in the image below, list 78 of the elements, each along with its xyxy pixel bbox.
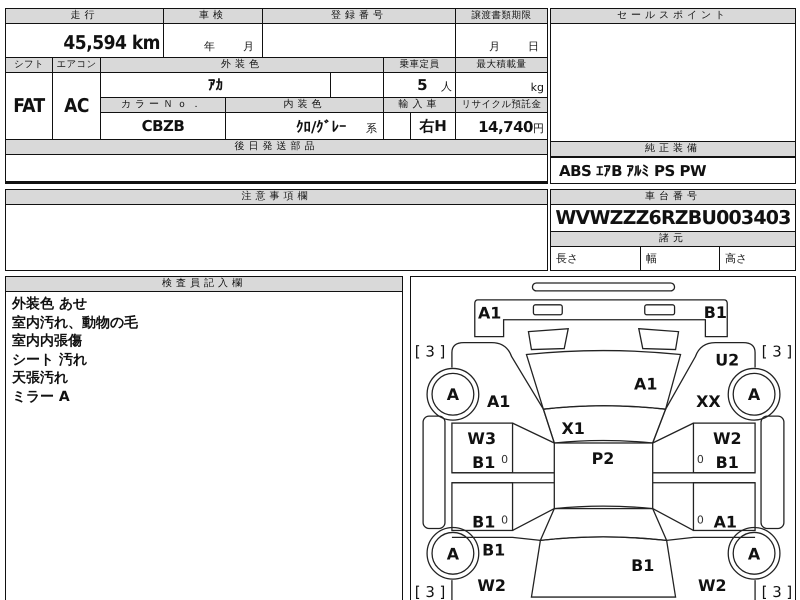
capacity-label: 乗車定員 (384, 58, 455, 72)
shift-label: シフト (6, 58, 52, 72)
damage-code: A1 (486, 392, 510, 412)
inspector-comment: 天張汚れ (12, 369, 69, 388)
inspector-comments-label: 検査員記入欄 (6, 277, 402, 292)
damage-code: W3 (467, 428, 496, 448)
exterior-color-label: 外装色 (101, 58, 383, 72)
month-unit: 月 (243, 39, 254, 54)
damage-code: W2 (698, 576, 727, 596)
tread-rating: [ 3 ] (762, 342, 792, 361)
damage-code: A1 (634, 374, 658, 394)
inspector-comment: 室内汚れ、動物の毛 (12, 314, 139, 332)
exterior-color-value: ｱｶ (208, 76, 223, 94)
chassis-number-label: 車台番号 (551, 190, 795, 205)
genuine-equipment-label: 純正装備 (551, 141, 795, 157)
tread-rating: [ 3 ] (414, 583, 446, 600)
transfer-deadline-label: 譲渡書類期限 (456, 9, 547, 23)
damage-code: B1 (716, 452, 739, 472)
door-mark: 0 (501, 452, 508, 466)
sales-points-label: セールスポイント (551, 9, 795, 24)
door-mark: 0 (696, 452, 704, 466)
day-unit: 日 (528, 39, 539, 54)
damage-code: W2 (477, 576, 506, 596)
chassis-number-value: WVWZZZ6RZBU003403 (555, 207, 791, 229)
aircon-label: エアコン (53, 58, 100, 72)
max-load-unit: kg (530, 81, 544, 94)
recycle-fee-label: リサイクル預託金 (456, 98, 547, 112)
inspector-comment: 室内内張傷 (12, 332, 83, 350)
aircon-value: AC (64, 95, 89, 117)
recycle-fee-value: 14,740 (478, 118, 533, 136)
shift-value: FAT (13, 95, 45, 117)
color-no-value: CBZB (142, 117, 184, 135)
import-label: 輸入車 (384, 98, 455, 112)
damage-code: B1 (704, 302, 727, 322)
registration-label: 登録番号 (263, 9, 455, 23)
capacity-value: 5 (417, 76, 427, 94)
spec-label: 幅 (646, 251, 657, 266)
door-mark: 0 (501, 514, 508, 526)
tire-grade: A (748, 544, 760, 564)
notes-label: 注意事項欄 (6, 190, 547, 205)
damage-code: B1 (472, 512, 496, 532)
damage-code: B1 (482, 540, 506, 560)
door-mark: 0 (696, 514, 704, 526)
damage-code: A1 (478, 304, 502, 323)
interior-color-value: ｸﾛ/ｸﾞﾚｰ (296, 118, 346, 136)
tire-grade: A (748, 385, 760, 404)
spec-label: 高さ (725, 251, 747, 266)
tread-rating: [ 3 ] (414, 342, 446, 361)
interior-color-label: 内装色 (226, 98, 383, 112)
capacity-unit: 人 (441, 79, 452, 94)
import-value: 右H (420, 116, 446, 136)
year-unit: 年 (204, 39, 215, 54)
tread-rating: [ 3 ] (762, 583, 792, 600)
inspector-comment: 外装色 あせ (12, 295, 88, 314)
tire-grade: A (446, 385, 460, 404)
tire-grade: A (446, 544, 460, 564)
damage-code: A1 (714, 512, 737, 532)
specs-label: 諸元 (551, 232, 795, 247)
damage-code: X1 (562, 419, 585, 438)
inspection-label: 車検 (164, 9, 262, 23)
genuine-equipment-value: ABS ｴｱB ｱﾙﾐ PS PW (559, 162, 706, 180)
month-unit: 月 (489, 39, 500, 54)
damage-code: B1 (472, 452, 496, 472)
inspector-comment: ミラー A (12, 388, 71, 406)
mileage-value: 45,594 km (63, 32, 160, 54)
damage-code: P2 (592, 448, 614, 468)
damage-code: XX (696, 392, 721, 412)
color-no-label: カラーＮｏ． (101, 98, 225, 112)
interior-color-suffix: 系 (366, 121, 377, 136)
damage-code: U2 (715, 350, 740, 370)
mileage-label: 走行 (6, 9, 163, 23)
inspector-comment: シート 汚れ (12, 350, 88, 369)
recycle-fee-unit: 円 (533, 121, 544, 136)
spec-label: 長さ (556, 251, 578, 266)
later-parts-label: 後日発送部品 (6, 140, 547, 154)
damage-code: W2 (712, 428, 742, 448)
max-load-label: 最大積載量 (456, 58, 547, 72)
damage-code: B1 (631, 556, 654, 576)
